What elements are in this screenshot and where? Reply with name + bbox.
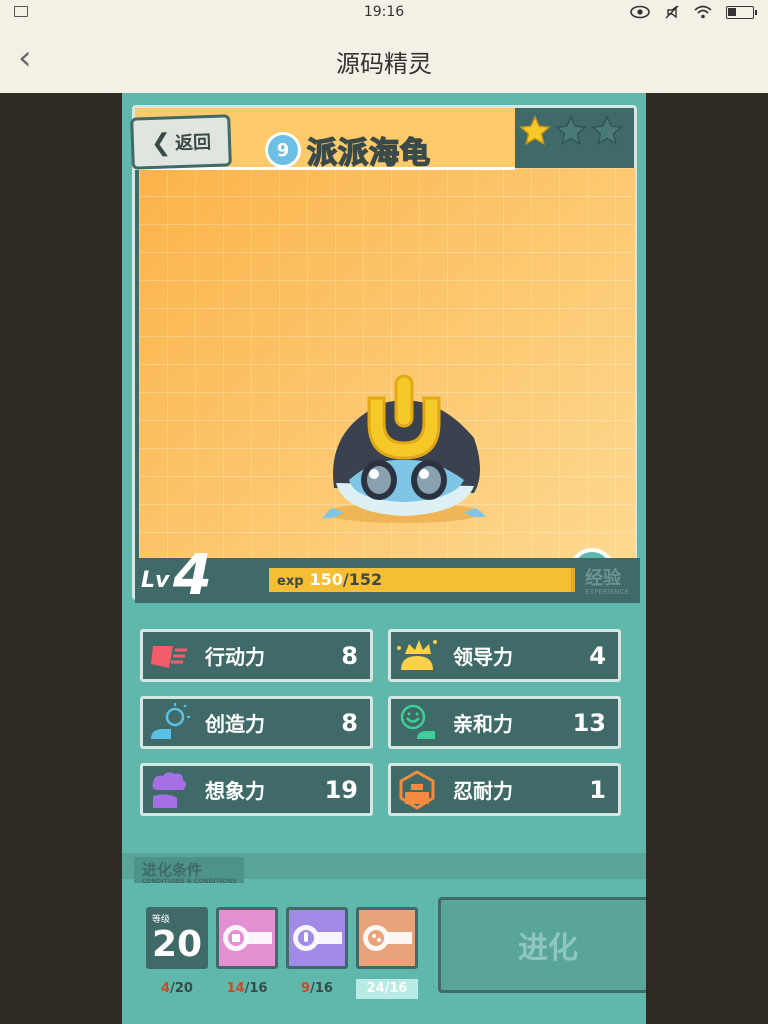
eye-icon <box>630 5 650 19</box>
back-button-label: 返回 <box>174 131 212 155</box>
stat-value: 8 <box>341 641 358 670</box>
affinity-icon <box>400 704 435 739</box>
requirement-pink-key[interactable]: 14/16 <box>216 907 278 999</box>
stat-value: 8 <box>341 708 358 737</box>
level-requirement-box: 等级 20 <box>146 907 208 969</box>
stat-leadership: 领导力 4 <box>388 629 621 682</box>
requirement-count: 4/20 <box>146 979 208 999</box>
requirement-orange-key[interactable]: 24/16 <box>356 907 418 999</box>
creativity-icon <box>151 702 190 739</box>
level-label: Lv <box>141 568 170 593</box>
evolution-title: 进化条件 CONDITIONS & CONDITIONS <box>134 857 245 885</box>
exp-progress-bar: exp 150/152 <box>269 568 575 592</box>
exp-caption-sub: EXPERIENCE <box>585 588 629 596</box>
exp-current: 150 <box>309 570 343 589</box>
creature-number-badge: 9 <box>265 132 301 168</box>
count-need: /16 <box>244 981 268 996</box>
evolution-title-sub: CONDITIONS & CONDITIONS <box>142 878 237 885</box>
imagination-icon <box>152 771 186 808</box>
leadership-icon <box>397 639 437 670</box>
exp-max: /152 <box>342 570 383 589</box>
stat-value: 1 <box>589 775 606 804</box>
star-empty-icon <box>555 115 587 146</box>
stat-label: 忍耐力 <box>453 779 513 803</box>
stat-endurance: 忍耐力 1 <box>388 763 621 816</box>
creature-name-badge: 9 派派海龟 <box>265 128 431 172</box>
evolution-title-text: 进化条件 <box>142 861 203 879</box>
level-row: Lv 4 exp 150/152 经验 EXPERIENCE <box>135 548 640 604</box>
count-have: 4 <box>161 981 171 996</box>
wifi-icon <box>694 5 712 19</box>
battery-icon <box>726 5 757 19</box>
star-filled-icon <box>519 115 551 146</box>
evolve-button[interactable]: 进化 <box>438 897 646 993</box>
requirement-count: 9/16 <box>286 979 348 999</box>
exp-caption: 经验 <box>585 568 621 589</box>
creature-name: 派派海龟 <box>306 135 431 172</box>
star-empty-icon <box>591 115 623 146</box>
evolution-header: 进化条件 CONDITIONS & CONDITIONS <box>122 853 646 885</box>
evolution-requirements: 等级 20 4/20 14/16 9/16 24/16 <box>146 907 418 999</box>
stat-creativity: 创造力 8 <box>140 696 373 749</box>
count-have: 14 <box>226 981 245 996</box>
star-rating <box>518 114 624 148</box>
stat-label: 亲和力 <box>453 712 513 736</box>
exp-word: exp <box>277 574 304 589</box>
pink-key-box[interactable] <box>216 907 278 969</box>
count-have: 9 <box>301 981 311 996</box>
stat-action: 行动力 8 <box>140 629 373 682</box>
system-icons <box>630 4 757 20</box>
stat-value: 4 <box>589 641 606 670</box>
level-value: 4 <box>173 543 212 608</box>
page-title: 源码精灵 <box>336 50 432 78</box>
stat-value: 13 <box>572 708 606 737</box>
level-requirement-value: 20 <box>151 924 203 965</box>
game-view: ❮ 返回 9 派派海龟 Lv 4 exp 150/152 经验 EXPERIEN… <box>122 93 646 1024</box>
title-bar: ‹ 源码精灵 <box>0 26 768 93</box>
creature-stage <box>139 168 635 594</box>
stat-affinity: 亲和力 13 <box>388 696 621 749</box>
endurance-icon <box>399 769 435 810</box>
mute-icon <box>665 5 679 19</box>
stat-label: 行动力 <box>205 645 265 669</box>
stat-imagination: 想象力 19 <box>140 763 373 816</box>
count-need: /16 <box>384 981 408 996</box>
count-need: /16 <box>310 981 333 996</box>
orange-key-box[interactable] <box>356 907 418 969</box>
chevron-left-icon: ❮ <box>150 128 172 158</box>
creature-image <box>322 374 486 523</box>
purple-key-icon <box>293 925 342 951</box>
count-have: 24 <box>366 981 385 996</box>
count-need: /20 <box>170 981 193 996</box>
back-button[interactable]: ❮ 返回 <box>130 114 232 170</box>
stat-value: 19 <box>324 775 358 804</box>
purple-key-box[interactable] <box>286 907 348 969</box>
creature-card: ❮ 返回 9 派派海龟 Lv 4 exp 150/152 经验 EXPERIEN… <box>130 105 640 604</box>
stat-label: 创造力 <box>205 712 265 736</box>
requirement-count: 14/16 <box>216 979 278 999</box>
orange-key-icon <box>363 925 412 951</box>
stat-label: 想象力 <box>205 779 265 803</box>
exp-readout: exp 150/152 <box>277 570 382 589</box>
requirement-purple-key[interactable]: 9/16 <box>286 907 348 999</box>
requirement-level: 等级 20 4/20 <box>146 907 208 999</box>
requirement-count-complete: 24/16 <box>356 979 418 999</box>
stat-label: 领导力 <box>453 645 513 669</box>
pink-key-icon <box>223 925 272 951</box>
action-icon <box>151 645 187 668</box>
status-bar: 19:16 <box>0 0 768 26</box>
stats-grid: 行动力 8 领导力 4 创造力 8 亲和力 13 想象力 19 忍耐力 1 <box>140 629 622 816</box>
